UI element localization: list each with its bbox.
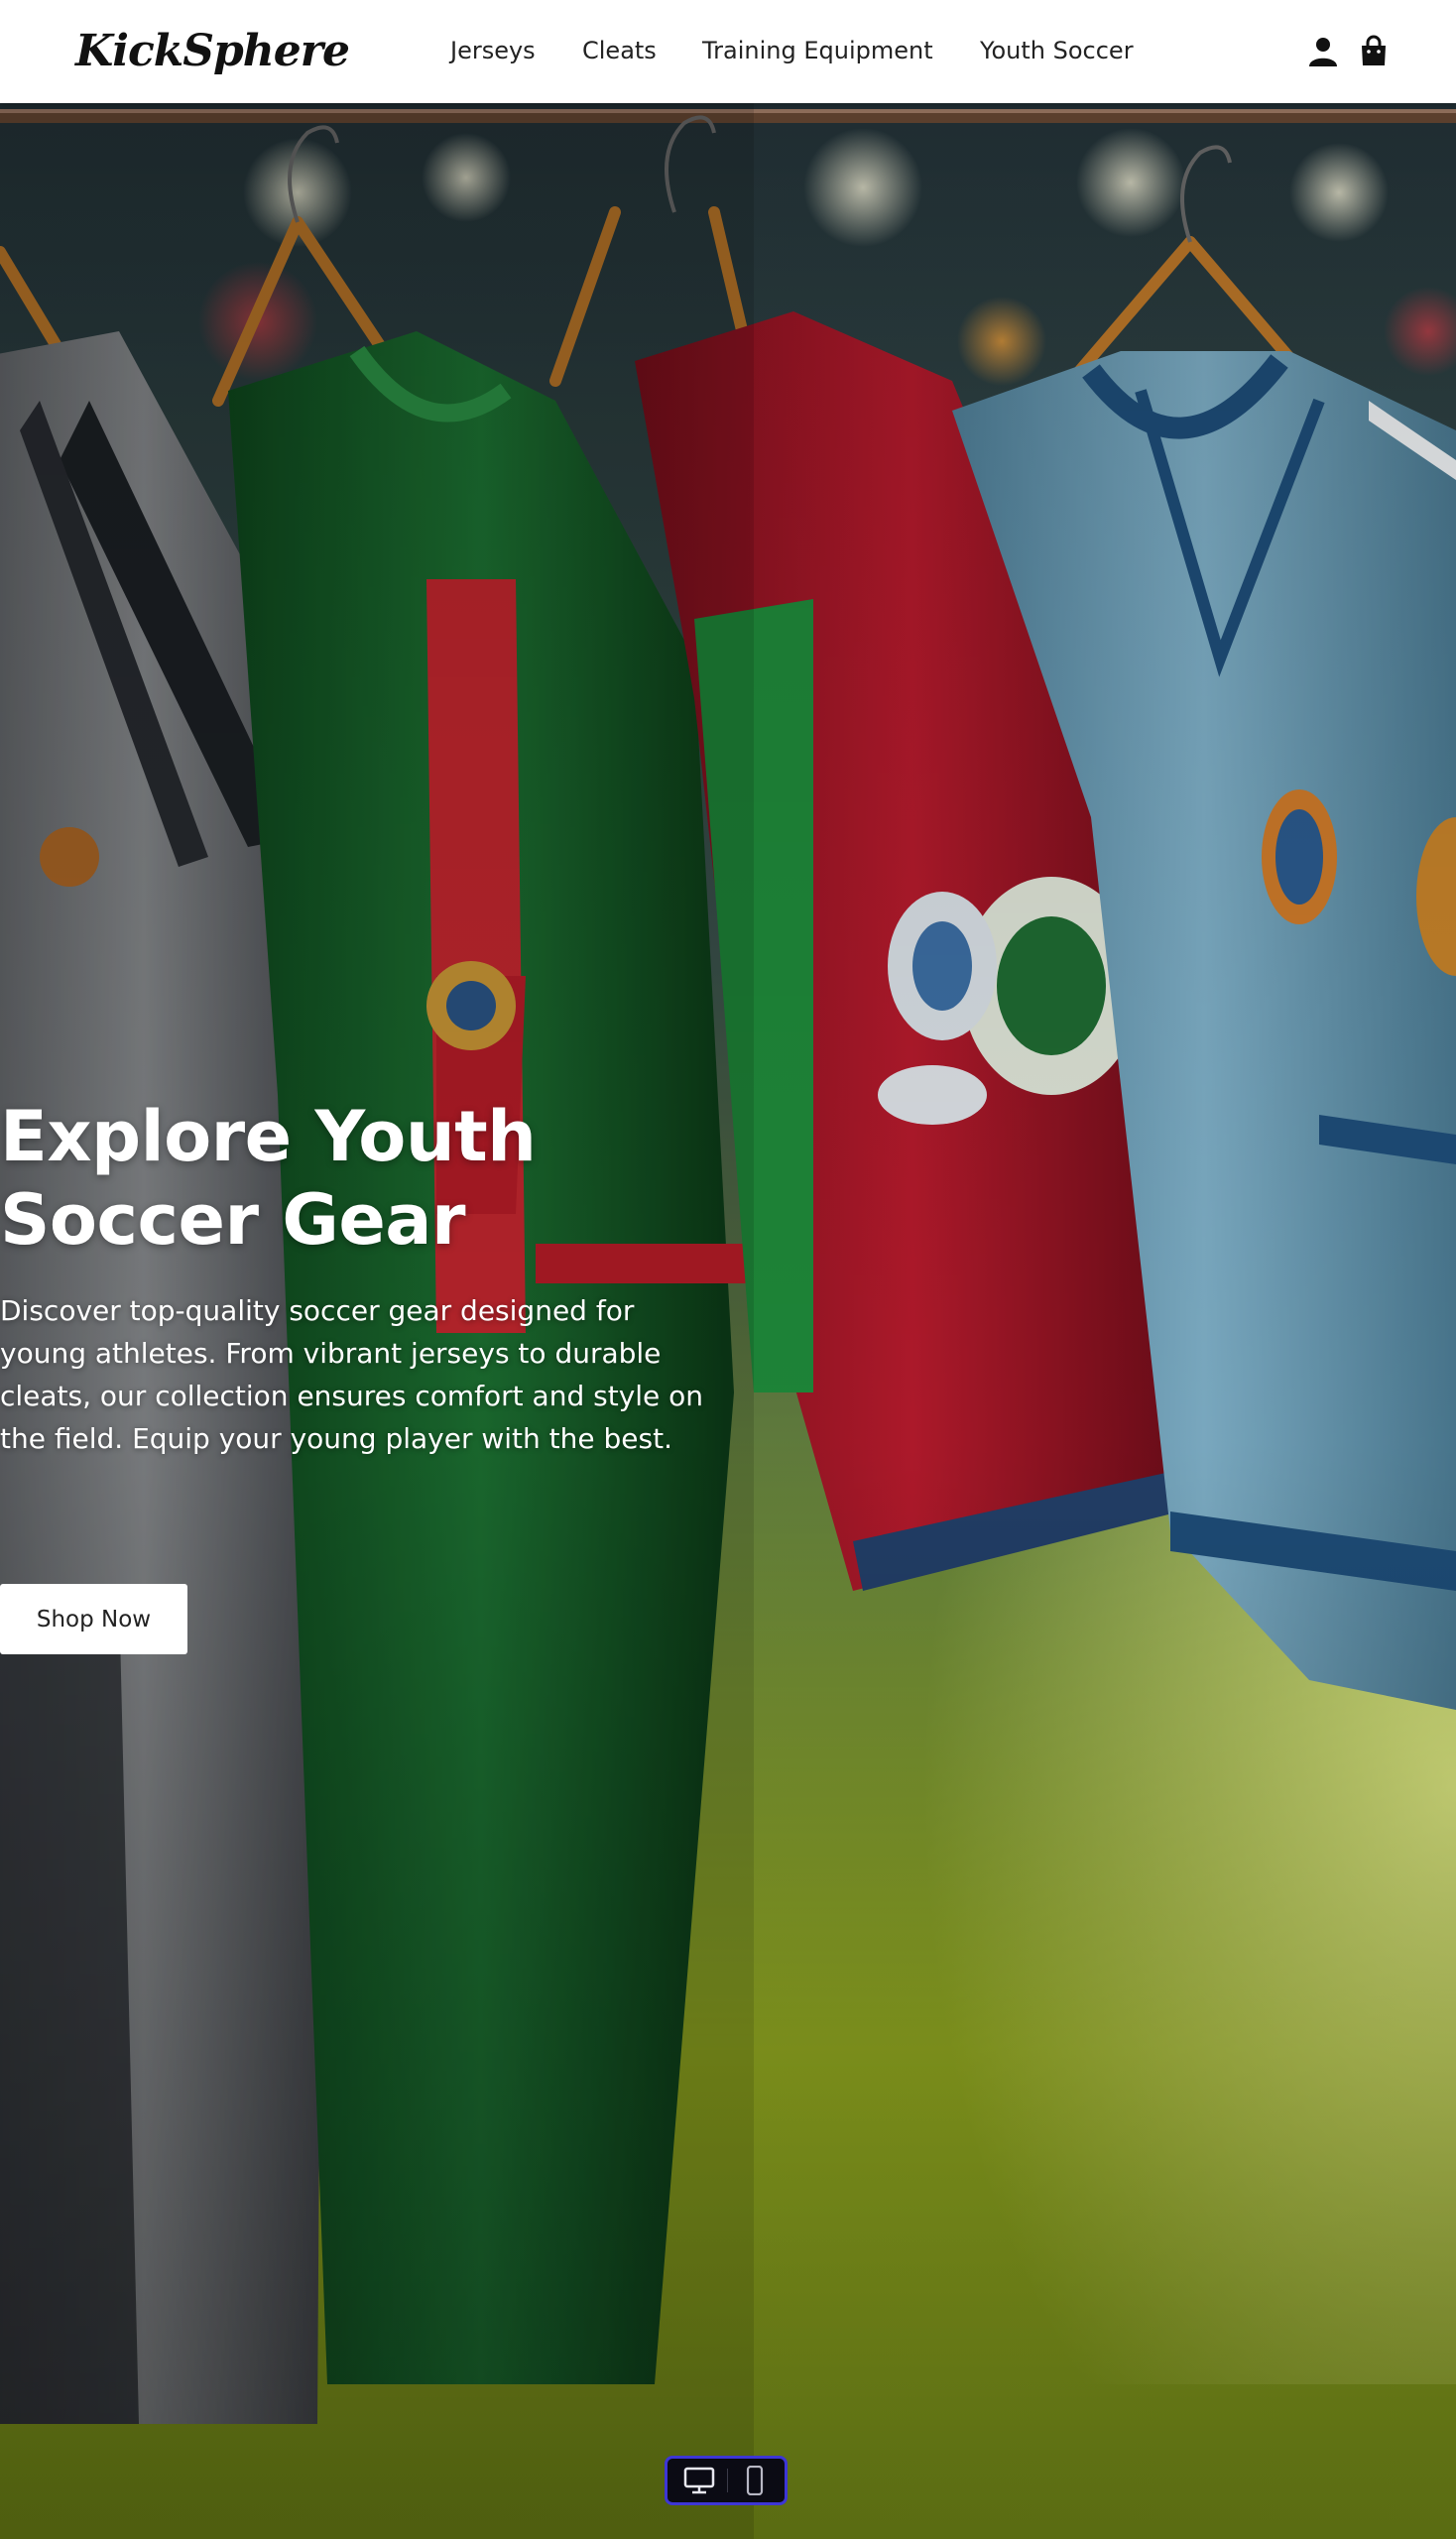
account-icon[interactable] bbox=[1305, 34, 1341, 69]
main-nav: Jerseys Cleats Training Equipment Youth … bbox=[0, 0, 1456, 103]
nav-jerseys[interactable]: Jerseys bbox=[450, 36, 536, 65]
nav-youth-soccer[interactable]: Youth Soccer bbox=[980, 36, 1134, 65]
site-header: KickSphere Jerseys Cleats Training Equip… bbox=[0, 0, 1456, 103]
toggle-divider bbox=[727, 2469, 728, 2492]
hero-description: Discover top-quality soccer gear designe… bbox=[0, 1294, 704, 1455]
hero-content: Explore Youth Soccer Gear Discover top-q… bbox=[0, 1095, 754, 1460]
device-toggle bbox=[665, 2456, 788, 2505]
hero-title: Explore Youth Soccer Gear bbox=[0, 1096, 537, 1261]
nav-training-equipment[interactable]: Training Equipment bbox=[702, 36, 933, 65]
shop-now-button[interactable]: Shop Now bbox=[0, 1584, 187, 1654]
hero-section: Explore Youth Soccer Gear Discover top-q… bbox=[0, 103, 1456, 2539]
nav-cleats[interactable]: Cleats bbox=[582, 36, 657, 65]
mobile-icon[interactable] bbox=[737, 2465, 773, 2496]
shopping-bag-icon[interactable] bbox=[1356, 34, 1392, 69]
desktop-icon[interactable] bbox=[681, 2466, 717, 2495]
